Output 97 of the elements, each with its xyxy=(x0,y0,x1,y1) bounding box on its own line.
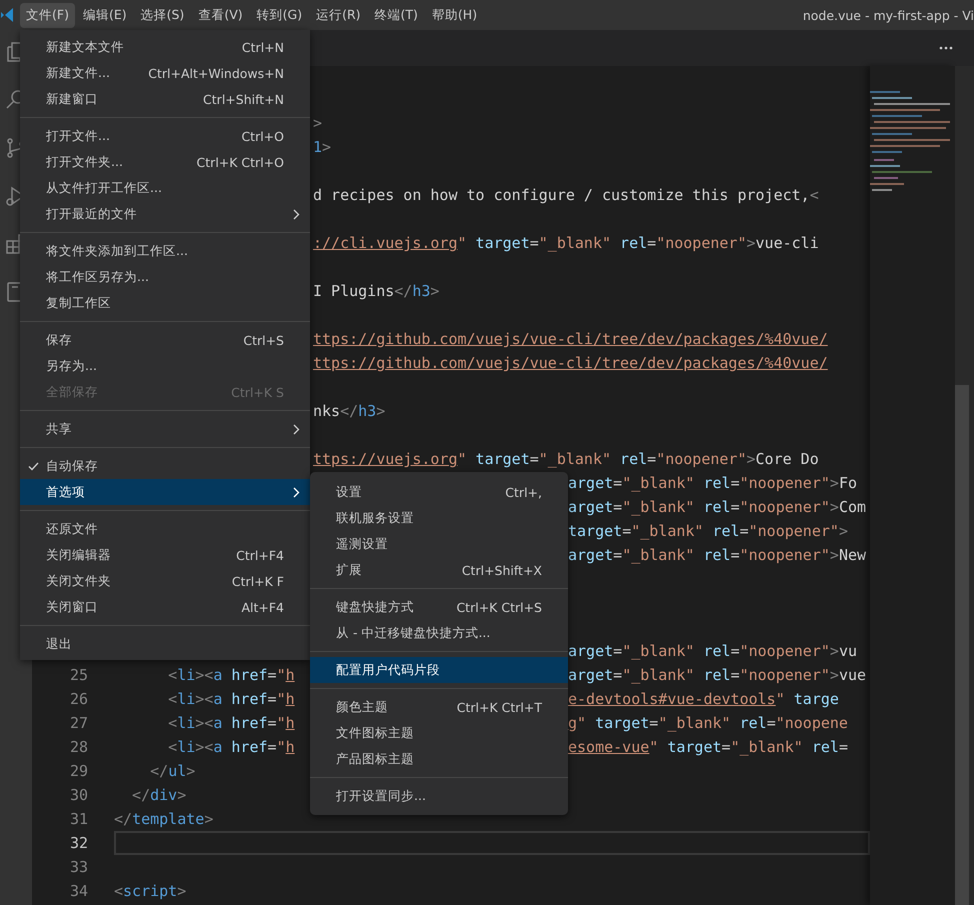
menu-item[interactable]: 首选项 xyxy=(20,479,310,505)
code-text: ttps://vuejs.org" target="_blank" rel="noopener">Core Do xyxy=(313,450,819,468)
code-text: ://cli.vuejs.org" target="_blank" rel="noopener">vue-cli xyxy=(313,234,819,252)
more-icon[interactable] xyxy=(939,46,953,50)
menu-item[interactable]: 关闭文件夹 Ctrl+K F xyxy=(20,568,310,594)
code-text: <li><a href="h xyxy=(167,690,295,708)
code-text: > xyxy=(313,114,322,132)
window-title: node.vue - my-first-app - Vi xyxy=(802,8,974,22)
code-text: e-devtools#vue-devtools" targe xyxy=(568,690,839,708)
code-text: d recipes on how to configure / customize this project,< xyxy=(313,186,819,204)
code-text: ttps://github.com/vuejs/vue-cli/tree/dev/packages/%40vue/ xyxy=(313,330,828,348)
code-text: arget="_blank" rel="noopener">New xyxy=(568,546,866,564)
menu-item[interactable]: 配置用户代码片段 xyxy=(310,657,568,683)
menu-item[interactable]: 设置 Ctrl+, xyxy=(310,479,568,505)
menu-item[interactable]: 还原文件 xyxy=(20,516,310,542)
menu-bar-item[interactable]: 文件(F) xyxy=(20,2,75,28)
menu-item[interactable]: 关闭窗口 Alt+F4 xyxy=(20,594,310,620)
keyboard-shortcut: Ctrl+K Ctrl+O xyxy=(196,154,284,170)
code-text: <script> xyxy=(114,882,186,900)
line-number: 26 xyxy=(70,690,88,708)
line-number: 29 xyxy=(70,762,88,780)
menu-item[interactable]: 保存 Ctrl+S xyxy=(20,327,310,353)
keyboard-shortcut: Ctrl+N xyxy=(242,40,284,54)
keyboard-shortcut: Ctrl+, xyxy=(505,484,542,500)
menu-bar-item[interactable]: 运行(R) xyxy=(310,2,367,28)
menu-item[interactable]: 另存为... xyxy=(20,353,310,379)
menu-bar-item[interactable]: 查看(V) xyxy=(192,2,249,28)
code-text: esome-vue" target="_blank" rel= xyxy=(568,738,848,756)
code-text: arget="_blank" rel="noopener">vue xyxy=(568,666,866,684)
line-number: 34 xyxy=(70,882,88,900)
code-text: <li><a href="h xyxy=(167,714,295,732)
menu-item[interactable]: 从文件打开工作区... xyxy=(20,175,310,201)
menu-bar-item[interactable]: 选择(S) xyxy=(134,2,190,28)
menu-item[interactable]: 打开文件... Ctrl+O xyxy=(20,123,310,149)
menu-item[interactable]: 打开设置同步... xyxy=(310,783,568,809)
menu-item[interactable]: 键盘快捷方式 Ctrl+K Ctrl+S xyxy=(310,594,568,620)
menu-item[interactable]: 共享 xyxy=(20,416,310,442)
line-number: 25 xyxy=(70,666,88,684)
code-text: <li><a href="h xyxy=(167,738,295,756)
code-text: g" target="_blank" rel="noopene xyxy=(568,714,848,732)
menu-item[interactable]: 将文件夹添加到工作区... xyxy=(20,238,310,264)
menu-item[interactable]: 颜色主题 Ctrl+K Ctrl+T xyxy=(310,694,568,720)
chevron-icon xyxy=(293,486,300,498)
menu-item[interactable]: 联机服务设置 xyxy=(310,505,568,531)
code-text: arget="_blank" rel="noopener">Fo xyxy=(568,474,857,492)
line-number: 31 xyxy=(70,810,88,828)
menu-item[interactable]: 新建文本文件 Ctrl+N xyxy=(20,34,310,60)
code-text: <li><a href="h xyxy=(167,666,295,684)
logo-icon xyxy=(1,7,13,23)
code-text: </div> xyxy=(131,786,186,804)
code-text: arget="_blank" rel="noopener">vu xyxy=(568,642,857,660)
menu-item[interactable]: 新建窗口 Ctrl+Shift+N xyxy=(20,86,310,112)
menu-bar-item[interactable]: 终端(T) xyxy=(368,2,424,28)
check-icon xyxy=(28,462,38,470)
menu-bar-item[interactable]: 转到(G) xyxy=(250,2,308,28)
line-number: 28 xyxy=(70,738,88,756)
menu-item[interactable]: 文件图标主题 xyxy=(310,720,568,746)
menu-item[interactable]: 关闭编辑器 Ctrl+F4 xyxy=(20,542,310,568)
menu-item[interactable]: 遥测设置 xyxy=(310,531,568,557)
keyboard-shortcut: Ctrl+K F xyxy=(232,574,284,588)
code-text: </template> xyxy=(114,810,214,828)
code-text: arget="_blank" rel="noopener">Com xyxy=(568,498,866,516)
line-number: 32 xyxy=(70,834,88,852)
line-number: 27 xyxy=(70,714,88,732)
code-text: </ul> xyxy=(149,762,196,780)
line-number: 33 xyxy=(70,858,88,876)
line-number: 30 xyxy=(70,786,88,804)
menu-item[interactable]: 复制工作区 xyxy=(20,290,310,316)
menu-item[interactable]: 打开文件夹... Ctrl+K Ctrl+O xyxy=(20,149,310,175)
code-text: target="_blank" rel="noopener"> xyxy=(568,522,848,540)
scrollbar-thumb[interactable] xyxy=(955,385,969,905)
keyboard-shortcut: Ctrl+Alt+Windows+N xyxy=(148,66,284,80)
keyboard-shortcut: Ctrl+K Ctrl+S xyxy=(456,600,542,614)
code-text: ttps://github.com/vuejs/vue-cli/tree/dev/packages/%40vue/ xyxy=(313,354,828,372)
menu-item[interactable]: 新建文件... Ctrl+Alt+Windows+N xyxy=(20,60,310,86)
menu-item[interactable]: 自动保存 xyxy=(20,453,310,479)
menu-bar-item[interactable]: 帮助(H) xyxy=(426,2,484,28)
menu-item[interactable]: 产品图标主题 xyxy=(310,746,568,772)
menu-item[interactable]: 将工作区另存为... xyxy=(20,264,310,290)
keyboard-shortcut: Ctrl+O xyxy=(241,128,284,144)
keyboard-shortcut: Ctrl+K Ctrl+T xyxy=(456,700,542,714)
keyboard-shortcut: Ctrl+F4 xyxy=(236,548,284,562)
keyboard-shortcut: Ctrl+Shift+X xyxy=(462,562,542,578)
menu-item[interactable]: 扩展 Ctrl+Shift+X xyxy=(310,557,568,583)
keyboard-shortcut: Ctrl+K S xyxy=(231,384,284,400)
code-text: 1> xyxy=(313,138,332,156)
menu-item[interactable]: 打开最近的文件 xyxy=(20,201,310,227)
menu-bar-item[interactable]: 编辑(E) xyxy=(76,2,133,28)
keyboard-shortcut: Ctrl+S xyxy=(243,332,284,348)
code-text: nks</h3> xyxy=(313,402,386,420)
code-text: I Plugins</h3> xyxy=(313,282,440,300)
chevron-icon xyxy=(293,424,300,434)
keyboard-shortcut: Alt+F4 xyxy=(241,600,284,614)
keyboard-shortcut: Ctrl+Shift+N xyxy=(203,92,284,106)
chevron-icon xyxy=(293,208,300,220)
menu-item[interactable]: 退出 xyxy=(20,631,310,657)
menu-item[interactable]: 从 - 中迁移键盘快捷方式... xyxy=(310,620,568,646)
